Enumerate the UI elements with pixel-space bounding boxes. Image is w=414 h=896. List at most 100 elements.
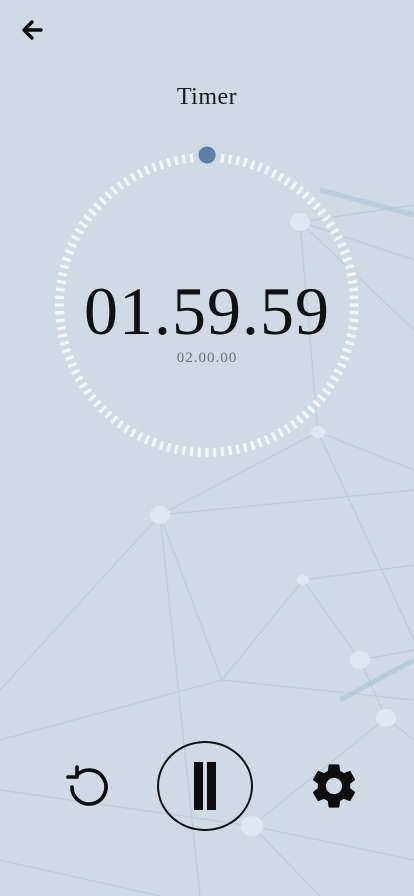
total-time: 02.00.00 [176, 350, 238, 366]
remaining-time: 01.59.59 [84, 273, 330, 349]
ring-tick [339, 249, 350, 256]
ring-tick [330, 227, 340, 235]
ring-tick [122, 424, 131, 434]
ring-tick [59, 264, 70, 270]
ring-tick [181, 154, 187, 165]
ring-tick [158, 440, 165, 451]
ring-tick [220, 447, 225, 457]
ring-tick [104, 410, 113, 420]
ring-tick [151, 162, 158, 173]
progress-knob[interactable] [195, 146, 219, 167]
ring-tick [235, 155, 241, 166]
ring-tick [227, 445, 233, 456]
ring-tick [189, 153, 194, 163]
gear-icon [312, 764, 356, 808]
ring-tick [136, 168, 144, 179]
ring-tick [330, 375, 340, 383]
ring-tick [143, 165, 151, 176]
reset-icon [66, 765, 108, 806]
ring-tick [227, 154, 233, 165]
ring-tick [129, 172, 137, 182]
back-button[interactable] [18, 16, 46, 44]
reset-button[interactable] [58, 758, 116, 816]
ring-tick [277, 172, 285, 182]
ring-tick [83, 387, 93, 396]
ring-tick [98, 196, 108, 206]
ring-tick [64, 249, 75, 256]
ring-tick [249, 159, 256, 170]
ring-tick [283, 176, 292, 186]
ring-tick [78, 220, 88, 229]
ring-tick [289, 181, 298, 191]
ring-tick [83, 214, 93, 223]
ring-tick [78, 381, 88, 390]
pause-button[interactable] [157, 741, 253, 831]
ring-tick [333, 234, 344, 242]
ring-tick [256, 162, 263, 173]
ring-tick [306, 196, 316, 206]
ring-tick [306, 404, 316, 414]
ring-tick [92, 399, 102, 408]
ring-tick [67, 241, 78, 249]
ring-tick [173, 155, 179, 166]
ring-tick [263, 165, 271, 176]
ring-tick [136, 431, 144, 442]
ring-tick [87, 208, 97, 217]
ring-tick [104, 190, 113, 200]
ring-tick [289, 419, 298, 429]
ring-tick [74, 227, 84, 235]
ring-tick [312, 399, 322, 408]
ring-tick [277, 428, 285, 438]
ring-tick [301, 410, 310, 420]
ring-tick [321, 387, 331, 396]
ring-tick [61, 256, 72, 263]
ring-tick [301, 190, 310, 200]
settings-button[interactable] [304, 756, 364, 816]
ring-tick [333, 368, 344, 376]
ring-tick [98, 404, 108, 414]
ring-tick [242, 157, 248, 168]
ring-tick [166, 157, 172, 168]
ring-tick [181, 445, 187, 456]
ring-tick [235, 444, 241, 455]
ring-tick [321, 214, 331, 223]
ring-tick [92, 202, 102, 211]
ring-tick [336, 241, 347, 249]
ring-tick [317, 393, 327, 402]
ring-tick [295, 185, 304, 195]
ring-tick [342, 256, 353, 263]
ring-tick [129, 428, 137, 438]
ring-tick [166, 442, 172, 453]
pause-icon [194, 762, 216, 810]
ring-tick [143, 434, 151, 445]
ring-tick [242, 442, 248, 453]
ring-tick [122, 176, 131, 186]
ring-tick [270, 168, 278, 179]
arrow-left-icon [22, 20, 43, 40]
ring-tick [110, 185, 119, 195]
ring-tick [256, 437, 263, 448]
ring-tick [283, 424, 292, 434]
ring-tick [326, 381, 336, 390]
ring-tick [263, 434, 271, 445]
ring-tick [312, 202, 322, 211]
ring-tick [270, 431, 278, 442]
ring-tick [151, 437, 158, 448]
ring-tick [87, 393, 97, 402]
ring-tick [249, 440, 256, 451]
ring-tick [295, 415, 304, 425]
ring-tick [116, 419, 125, 429]
ring-tick [74, 375, 84, 383]
ring-tick [326, 220, 336, 229]
ring-tick [110, 415, 119, 425]
ring-tick [70, 368, 81, 376]
ring-tick [70, 234, 81, 242]
ring-tick [220, 153, 225, 163]
ring-tick [317, 208, 327, 217]
ring-tick [158, 159, 165, 170]
ring-tick [344, 264, 355, 270]
page-title: Timer [176, 84, 238, 110]
ring-tick [173, 444, 179, 455]
ring-tick [189, 447, 194, 457]
ring-tick [116, 181, 125, 191]
